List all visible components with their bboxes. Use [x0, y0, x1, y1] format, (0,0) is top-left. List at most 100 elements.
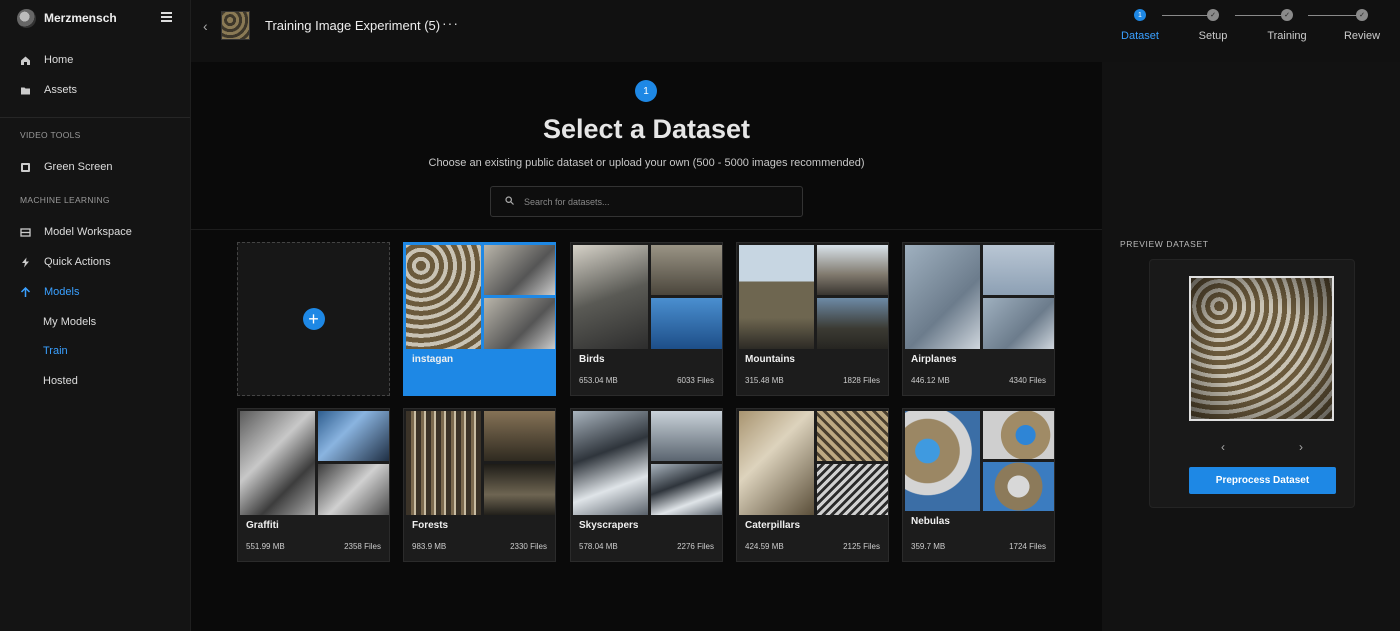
- brand[interactable]: Merzmensch: [0, 0, 190, 36]
- dataset-image: [905, 245, 980, 349]
- dataset-card-graffiti[interactable]: Graffiti 551.99 MB 2358 Files: [237, 408, 390, 562]
- sidebar-item-models[interactable]: Models: [0, 279, 190, 305]
- dataset-image: [817, 245, 888, 295]
- search-icon: [505, 196, 514, 207]
- dataset-image: [651, 298, 722, 349]
- step-setup[interactable]: ✓ Setup: [1183, 9, 1243, 42]
- dataset-card-birds[interactable]: Birds 653.04 MB 6033 Files: [570, 242, 723, 396]
- dataset-image: [484, 298, 555, 349]
- dataset-image: [905, 411, 980, 511]
- chevron-right-icon[interactable]: ›: [1299, 440, 1303, 454]
- sidebar-item-quick-actions[interactable]: Quick Actions: [0, 249, 190, 275]
- dataset-files: 2125 Files: [843, 542, 880, 551]
- dataset-card-nebulas[interactable]: Nebulas 359.7 MB 1724 Files: [902, 408, 1055, 562]
- main-divider: [191, 229, 1102, 230]
- preview-panel: PREVIEW DATASET ‹ › Preprocess Dataset: [1102, 62, 1400, 631]
- add-dataset-card[interactable]: +: [237, 242, 390, 396]
- top-bar: ‹ Training Image Experiment (5) ··· 1 Da…: [191, 0, 1400, 62]
- dataset-thumbnail-mosaic: [739, 411, 888, 515]
- dataset-files: 1724 Files: [1009, 542, 1046, 551]
- dataset-image: [318, 464, 389, 515]
- dataset-image: [240, 411, 315, 515]
- page-title: Training Image Experiment (5): [265, 18, 441, 33]
- dataset-image: [484, 464, 555, 515]
- step-label: Dataset: [1121, 30, 1159, 42]
- check-icon: ✓: [1281, 9, 1293, 21]
- sidebar-item-label: Quick Actions: [44, 256, 111, 268]
- preview-image: [1189, 276, 1334, 421]
- sidebar-item-green-screen[interactable]: Green Screen: [0, 154, 190, 180]
- step-training[interactable]: ✓ Training: [1257, 9, 1317, 42]
- dataset-name: Forests: [412, 520, 449, 531]
- main-subheading: Choose an existing public dataset or upl…: [428, 157, 865, 169]
- main-heading: Select a Dataset: [542, 114, 751, 144]
- section-label-video-tools: VIDEO TOOLS: [20, 130, 81, 140]
- dataset-files: 2358 Files: [344, 542, 381, 551]
- lightning-icon: [20, 257, 31, 268]
- dataset-image: [739, 411, 814, 515]
- dataset-card-skyscrapers[interactable]: Skyscrapers 578.04 MB 2276 Files: [570, 408, 723, 562]
- dataset-image: [739, 245, 814, 349]
- dataset-image: [406, 245, 481, 349]
- sidebar-item-home[interactable]: Home: [0, 47, 190, 73]
- dataset-image: [651, 245, 722, 295]
- green-screen-icon: [20, 162, 31, 173]
- dataset-image: [406, 411, 481, 515]
- dataset-image: [573, 411, 648, 515]
- brand-name: Merzmensch: [44, 11, 117, 25]
- dataset-size: 983.9 MB: [412, 542, 447, 551]
- sidebar-item-assets[interactable]: Assets: [0, 77, 190, 103]
- dataset-size: 446.12 MB: [911, 376, 950, 385]
- sidebar-subitem-train[interactable]: Train: [43, 341, 68, 361]
- dataset-files: 4340 Files: [1009, 376, 1046, 385]
- chevron-left-icon[interactable]: ‹: [1221, 440, 1225, 454]
- sidebar-item-label: Models: [44, 286, 80, 298]
- dataset-files: 6033 Files: [677, 376, 714, 385]
- dataset-image: [817, 464, 888, 515]
- dataset-image: [983, 462, 1054, 511]
- dataset-name: Graffiti: [246, 520, 279, 531]
- dataset-size: 424.59 MB: [745, 542, 784, 551]
- sidebar-item-model-workspace[interactable]: Model Workspace: [0, 219, 190, 245]
- dataset-card-forests[interactable]: Forests 983.9 MB 2330 Files: [403, 408, 556, 562]
- folder-icon: [20, 85, 31, 96]
- dataset-image: [651, 464, 722, 515]
- sidebar-item-label: Assets: [44, 84, 78, 96]
- app-root: Merzmensch Home Assets VIDEO TOOLS Green…: [0, 0, 1400, 631]
- dataset-size: 653.04 MB: [579, 376, 618, 385]
- check-icon: ✓: [1356, 9, 1368, 21]
- step-review[interactable]: ✓ Review: [1332, 9, 1392, 42]
- dataset-image: [318, 411, 389, 461]
- experiment-thumbnail: [221, 11, 250, 40]
- step-dataset[interactable]: 1 Dataset: [1110, 9, 1170, 42]
- dataset-thumbnail-mosaic: [406, 245, 555, 349]
- dataset-thumbnail-mosaic: [905, 411, 1054, 511]
- dataset-name: Nebulas: [911, 516, 950, 527]
- more-options-icon[interactable]: ···: [442, 15, 459, 31]
- preprocess-dataset-button[interactable]: Preprocess Dataset: [1189, 467, 1336, 494]
- dataset-card-caterpillars[interactable]: Caterpillars 424.59 MB 2125 Files: [736, 408, 889, 562]
- dataset-name: Caterpillars: [745, 520, 801, 531]
- sidebar-item-label: Green Screen: [44, 161, 113, 173]
- main-panel: 1 Select a Dataset Choose an existing pu…: [191, 62, 1102, 631]
- dataset-files: 2276 Files: [677, 542, 714, 551]
- sidebar-subitem-my-models[interactable]: My Models: [43, 312, 96, 332]
- dataset-image: [651, 411, 722, 461]
- search-box[interactable]: [490, 186, 803, 217]
- sidebar-item-label: Home: [44, 54, 74, 66]
- preview-box: ‹ › Preprocess Dataset: [1149, 259, 1355, 508]
- dataset-card-mountains[interactable]: Mountains 315.48 MB 1828 Files: [736, 242, 889, 396]
- dataset-image: [817, 411, 888, 461]
- dataset-thumbnail-mosaic: [406, 411, 555, 515]
- dataset-size: 578.04 MB: [579, 542, 618, 551]
- sidebar-item-label: Model Workspace: [44, 226, 132, 238]
- preview-label: PREVIEW DATASET: [1120, 239, 1209, 249]
- search-input[interactable]: [524, 196, 784, 207]
- dataset-card-airplanes[interactable]: Airplanes 446.12 MB 4340 Files: [902, 242, 1055, 396]
- dataset-files: 1828 Files: [843, 376, 880, 385]
- back-chevron-icon[interactable]: ‹: [203, 18, 208, 34]
- sidebar-subitem-hosted[interactable]: Hosted: [43, 371, 78, 391]
- dataset-size: 359.7 MB: [911, 542, 946, 551]
- avatar: [17, 8, 36, 28]
- dataset-card-instagan[interactable]: instagan: [403, 242, 556, 396]
